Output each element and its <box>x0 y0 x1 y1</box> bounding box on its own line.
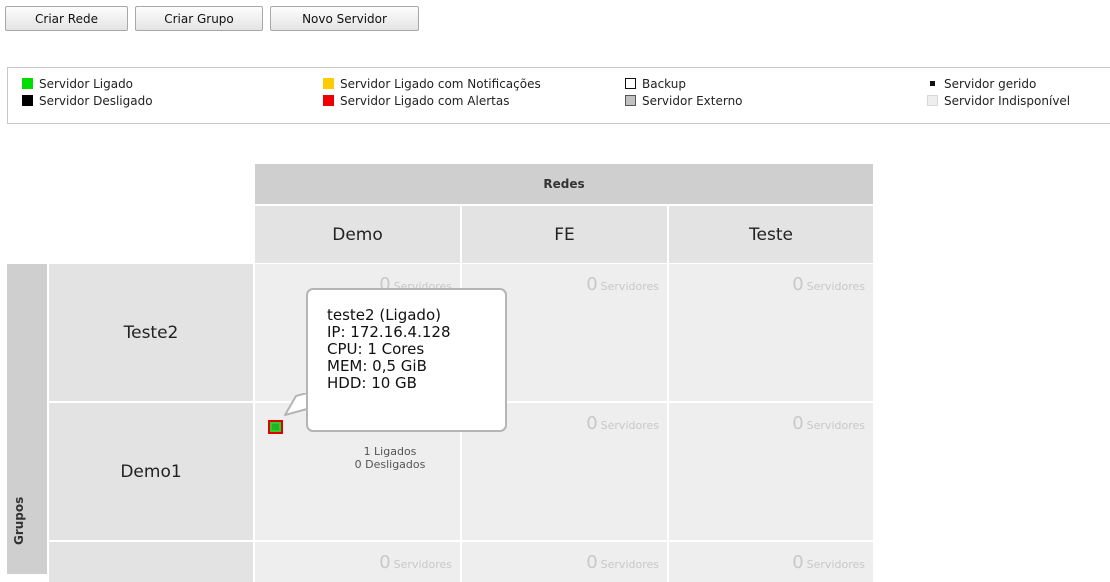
cell-teste2-teste[interactable]: 0 Servidores <box>669 264 873 401</box>
cell-row3-fe[interactable]: 0 Servidores <box>462 542 667 582</box>
tooltip-seam <box>308 392 314 410</box>
tooltip-ip: IP: 172.16.4.128 <box>327 323 451 341</box>
server-count: 0 Servidores <box>586 274 659 295</box>
legend-label: Backup <box>642 77 686 91</box>
server-count: 0 Servidores <box>792 413 865 434</box>
count-value: 0 <box>586 413 598 434</box>
legend-label: Servidor Ligado <box>39 77 134 91</box>
legend-label: Servidor gerido <box>944 77 1037 91</box>
criar-grupo-button[interactable]: Criar Grupo <box>135 6 263 31</box>
small-dot-icon <box>930 81 935 86</box>
count-unit: Servidores <box>393 558 452 571</box>
server-count: 0 Servidores <box>586 413 659 434</box>
white-square-icon <box>625 78 636 89</box>
tooltip-mem: MEM: 0,5 GiB <box>327 357 427 375</box>
desligados-count: 0 Desligados <box>354 458 426 471</box>
black-square-icon <box>22 95 33 106</box>
status-legend: Servidor Ligado Servidor Desligado Servi… <box>7 67 1110 124</box>
yellow-square-icon <box>323 78 334 89</box>
server-tooltip: teste2 (Ligado) IP: 172.16.4.128 CPU: 1 … <box>306 288 507 432</box>
light-square-icon <box>927 95 938 106</box>
legend-item-ligado-alertas: Servidor Ligado com Alertas <box>323 94 509 108</box>
ligados-count: 1 Ligados <box>363 445 417 458</box>
legend-item-servidor-ligado: Servidor Ligado <box>22 77 133 91</box>
count-unit: Servidores <box>806 419 865 432</box>
legend-item-servidor-gerido: Servidor gerido <box>927 77 1036 91</box>
green-square-icon <box>22 78 33 89</box>
count-value: 0 <box>586 274 598 295</box>
cell-demo1-teste[interactable]: 0 Servidores <box>669 403 873 540</box>
server-count: 0 Servidores <box>379 552 452 573</box>
column-header-demo[interactable]: Demo <box>255 206 460 263</box>
server-stats: 1 Ligados 0 Desligados <box>325 445 455 471</box>
redes-header: Redes <box>255 164 873 204</box>
column-header-fe[interactable]: FE <box>462 206 667 263</box>
red-square-icon <box>323 95 334 106</box>
cell-row3-demo[interactable]: 0 Servidores <box>255 542 460 582</box>
server-count: 0 Servidores <box>792 274 865 295</box>
legend-label: Servidor Ligado com Alertas <box>340 94 510 108</box>
column-header-teste[interactable]: Teste <box>669 206 873 263</box>
count-value: 0 <box>792 413 804 434</box>
server-status-icon[interactable] <box>268 420 283 434</box>
legend-item-servidor-externo: Servidor Externo <box>625 94 743 108</box>
server-count: 0 Servidores <box>586 552 659 573</box>
count-unit: Servidores <box>806 280 865 293</box>
tooltip-hdd: HDD: 10 GB <box>327 374 417 392</box>
count-unit: Servidores <box>600 558 659 571</box>
legend-label: Servidor Externo <box>642 94 743 108</box>
count-value: 0 <box>379 552 391 573</box>
legend-item-servidor-desligado: Servidor Desligado <box>22 94 153 108</box>
row-header-teste2[interactable]: Teste2 <box>49 264 253 401</box>
server-count: 0 Servidores <box>792 552 865 573</box>
legend-label: Servidor Indisponível <box>944 94 1071 108</box>
grupos-label: Grupos <box>12 496 26 545</box>
count-unit: Servidores <box>600 419 659 432</box>
count-value: 0 <box>792 274 804 295</box>
count-unit: Servidores <box>600 280 659 293</box>
criar-rede-button[interactable]: Criar Rede <box>5 6 128 31</box>
count-value: 0 <box>792 552 804 573</box>
legend-label: Servidor Desligado <box>39 94 153 108</box>
legend-label: Servidor Ligado com Notificações <box>340 77 541 91</box>
count-unit: Servidores <box>806 558 865 571</box>
row-header-3[interactable] <box>49 542 253 582</box>
count-value: 0 <box>586 552 598 573</box>
tooltip-cpu: CPU: 1 Cores <box>327 340 425 358</box>
row-header-demo1[interactable]: Demo1 <box>49 403 253 540</box>
legend-item-backup: Backup <box>625 77 686 91</box>
legend-item-servidor-indisponivel: Servidor Indisponível <box>927 94 1070 108</box>
cell-row3-teste[interactable]: 0 Servidores <box>669 542 873 582</box>
tooltip-server-name: teste2 (Ligado) <box>327 306 441 324</box>
gray-square-icon <box>625 95 636 106</box>
novo-servidor-button[interactable]: Novo Servidor <box>270 6 419 31</box>
legend-item-ligado-notificacoes: Servidor Ligado com Notificações <box>323 77 541 91</box>
